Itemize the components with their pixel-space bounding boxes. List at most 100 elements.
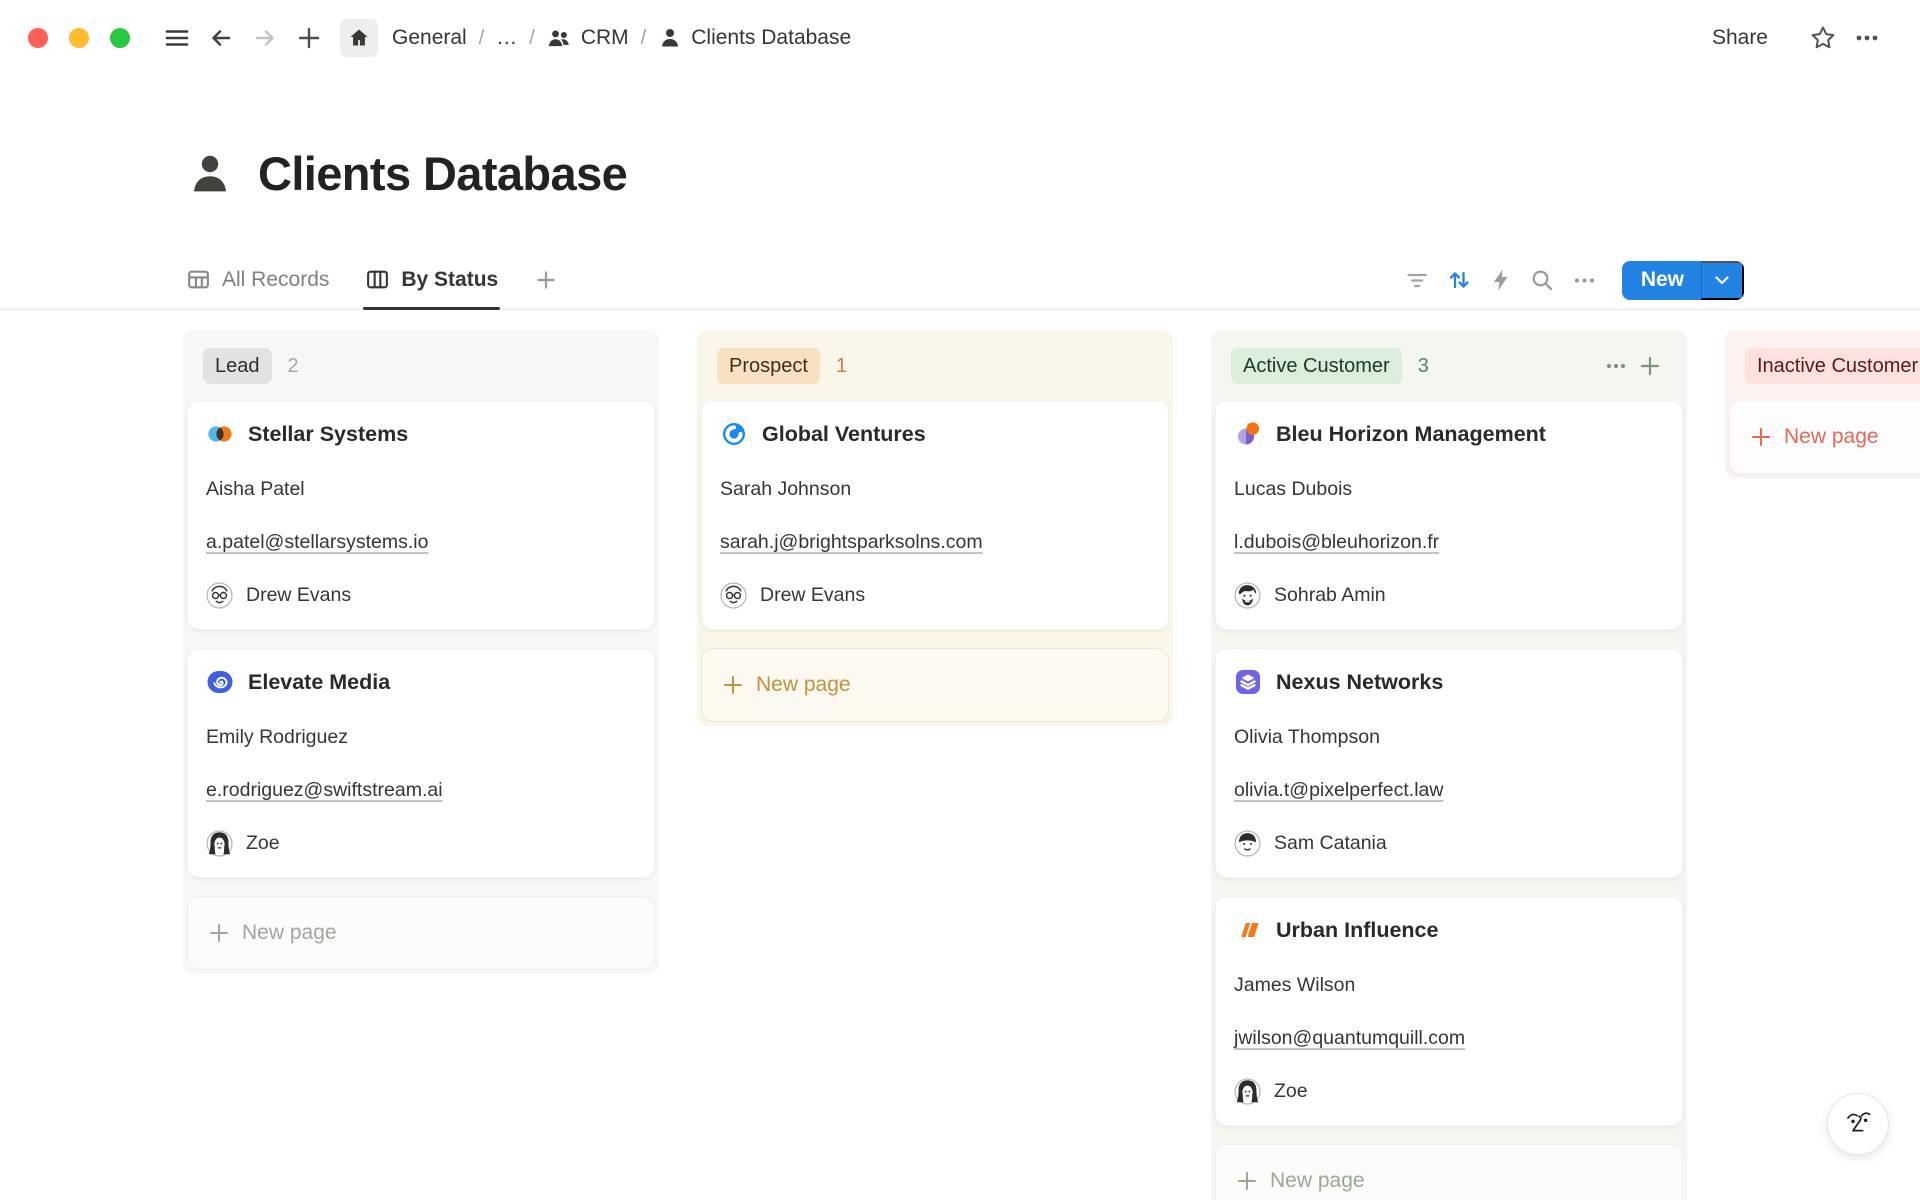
- card-urban-influence[interactable]: Urban Influence James Wilson jwilson@qua…: [1215, 896, 1683, 1126]
- email-link[interactable]: olivia.t@pixelperfect.law: [1234, 779, 1443, 801]
- blue-swirl-icon: [720, 420, 748, 448]
- breadcrumb-page-label: Clients Database: [691, 26, 851, 50]
- kanban-board: Lead 2 Stellar Systems Aisha Patel a.pat…: [183, 330, 1920, 1200]
- sort-button[interactable]: [1438, 261, 1480, 299]
- owner-row: Sam Catania: [1234, 830, 1664, 857]
- tab-by-status[interactable]: By Status: [365, 250, 498, 309]
- avatar-sam-catania: [1234, 830, 1261, 857]
- automations-button[interactable]: [1480, 261, 1522, 299]
- view-options-button[interactable]: [1564, 261, 1606, 299]
- new-tab-button[interactable]: [290, 19, 328, 57]
- column-add-card-button[interactable]: [1633, 351, 1667, 381]
- company-name: Elevate Media: [248, 670, 390, 695]
- email-field: a.patel@stellarsystems.io: [206, 529, 636, 555]
- breadcrumb-general-label: General: [392, 26, 467, 50]
- breadcrumb-item-general[interactable]: General: [388, 24, 471, 52]
- card-bleu-horizon-management[interactable]: Bleu Horizon Management Lucas Dubois l.d…: [1215, 400, 1683, 630]
- blue-spiral-icon: [206, 668, 234, 696]
- purple-orange-pie-icon: [1234, 420, 1262, 448]
- avatar-sohrab-amin: [1234, 582, 1261, 609]
- column-lead-header: Lead 2: [187, 334, 655, 400]
- card-title-row: Stellar Systems: [206, 420, 636, 448]
- avatar-drew-evans: [720, 582, 747, 609]
- card-elevate-media[interactable]: Elevate Media Emily Rodriguez e.rodrigue…: [187, 648, 655, 878]
- owner-row: Drew Evans: [720, 582, 1150, 609]
- owner-row: Sohrab Amin: [1234, 582, 1664, 609]
- status-chip-prospect[interactable]: Prospect: [717, 348, 820, 384]
- close-window-button[interactable]: [28, 28, 48, 48]
- email-link[interactable]: sarah.j@brightsparksolns.com: [720, 531, 983, 553]
- contact-name: James Wilson: [1234, 972, 1664, 998]
- indigo-layers-icon: [1234, 668, 1262, 696]
- page-options-button[interactable]: [1848, 19, 1886, 57]
- favorite-button[interactable]: [1804, 19, 1842, 57]
- card-nexus-networks[interactable]: Nexus Networks Olivia Thompson olivia.t@…: [1215, 648, 1683, 878]
- minimize-window-button[interactable]: [69, 28, 89, 48]
- card-title-row: Global Ventures: [720, 420, 1150, 448]
- owner-name: Drew Evans: [246, 584, 351, 607]
- plus-icon: [1750, 426, 1772, 448]
- tab-all-records[interactable]: All Records: [186, 250, 329, 309]
- view-toolbar: New: [1396, 250, 1744, 310]
- breadcrumb-crm-label: CRM: [581, 26, 629, 50]
- email-link[interactable]: jwilson@quantumquill.com: [1234, 1027, 1465, 1049]
- home-icon: [347, 26, 371, 50]
- card-stellar-systems[interactable]: Stellar Systems Aisha Patel a.patel@stel…: [187, 400, 655, 630]
- plus-icon: [1236, 1170, 1258, 1192]
- status-chip-inactive-customer[interactable]: Inactive Customer: [1745, 348, 1920, 384]
- new-page-button-prospect[interactable]: New page: [701, 648, 1169, 722]
- avatar-zoe: [1234, 1078, 1261, 1105]
- page-title: Clients Database: [258, 146, 627, 201]
- ellipsis-icon: [1604, 354, 1628, 378]
- new-record-button[interactable]: New: [1622, 261, 1701, 300]
- breadcrumb-item-crm[interactable]: CRM: [543, 24, 633, 53]
- tab-by-status-label: By Status: [401, 268, 498, 292]
- card-global-ventures[interactable]: Global Ventures Sarah Johnson sarah.j@br…: [701, 400, 1169, 630]
- new-record-dropdown-button[interactable]: [1701, 261, 1744, 300]
- column-options-button[interactable]: [1599, 351, 1633, 381]
- sort-icon: [1445, 266, 1473, 294]
- new-page-button-active-customer[interactable]: New page: [1215, 1144, 1683, 1200]
- avatar-zoe: [206, 830, 233, 857]
- share-label: Share: [1712, 26, 1768, 49]
- new-page-label: New page: [242, 921, 337, 945]
- contact-name: Aisha Patel: [206, 476, 636, 502]
- owner-name: Zoe: [1274, 1080, 1308, 1103]
- email-link[interactable]: l.dubois@bleuhorizon.fr: [1234, 531, 1439, 553]
- new-page-button-lead[interactable]: New page: [187, 896, 655, 970]
- workspace-home-button[interactable]: [340, 19, 378, 57]
- column-prospect-count: 1: [836, 355, 847, 378]
- email-link[interactable]: e.rodriguez@swiftstream.ai: [206, 779, 443, 801]
- company-name: Bleu Horizon Management: [1276, 422, 1546, 447]
- email-link[interactable]: a.patel@stellarsystems.io: [206, 531, 428, 553]
- plus-icon: [534, 268, 558, 292]
- plus-icon: [722, 674, 744, 696]
- new-page-button-inactive-customer[interactable]: New page: [1729, 400, 1920, 474]
- window-titlebar: General / … / CRM / Clients Database Sha…: [0, 0, 1920, 76]
- company-name: Nexus Networks: [1276, 670, 1443, 695]
- share-button[interactable]: Share: [1702, 20, 1778, 56]
- sidebar-menu-button[interactable]: [158, 19, 196, 57]
- filter-button[interactable]: [1396, 261, 1438, 299]
- chevron-down-icon: [1715, 276, 1729, 285]
- zoom-window-button[interactable]: [110, 28, 130, 48]
- avatar-drew-evans: [206, 582, 233, 609]
- column-lead: Lead 2 Stellar Systems Aisha Patel a.pat…: [183, 330, 659, 974]
- board-view-icon: [365, 267, 390, 292]
- back-button[interactable]: [202, 19, 240, 57]
- column-prospect: Prospect 1 Global Ventures Sarah Johnson…: [697, 330, 1173, 726]
- breadcrumb-item-clients-database[interactable]: Clients Database: [654, 24, 855, 52]
- hamburger-icon: [164, 25, 190, 51]
- owner-name: Sohrab Amin: [1274, 584, 1386, 607]
- search-icon: [1529, 267, 1556, 294]
- owner-row: Drew Evans: [206, 582, 636, 609]
- notion-ai-button[interactable]: [1827, 1093, 1889, 1155]
- search-button[interactable]: [1522, 261, 1564, 299]
- page-header: Clients Database: [186, 146, 627, 201]
- add-view-button[interactable]: [534, 250, 558, 309]
- breadcrumb-item-collapsed[interactable]: …: [492, 24, 521, 52]
- status-chip-active-customer[interactable]: Active Customer: [1231, 348, 1402, 384]
- forward-button[interactable]: [246, 19, 284, 57]
- column-inactive-customer: Inactive Customer New page: [1725, 330, 1920, 478]
- status-chip-lead[interactable]: Lead: [203, 348, 272, 384]
